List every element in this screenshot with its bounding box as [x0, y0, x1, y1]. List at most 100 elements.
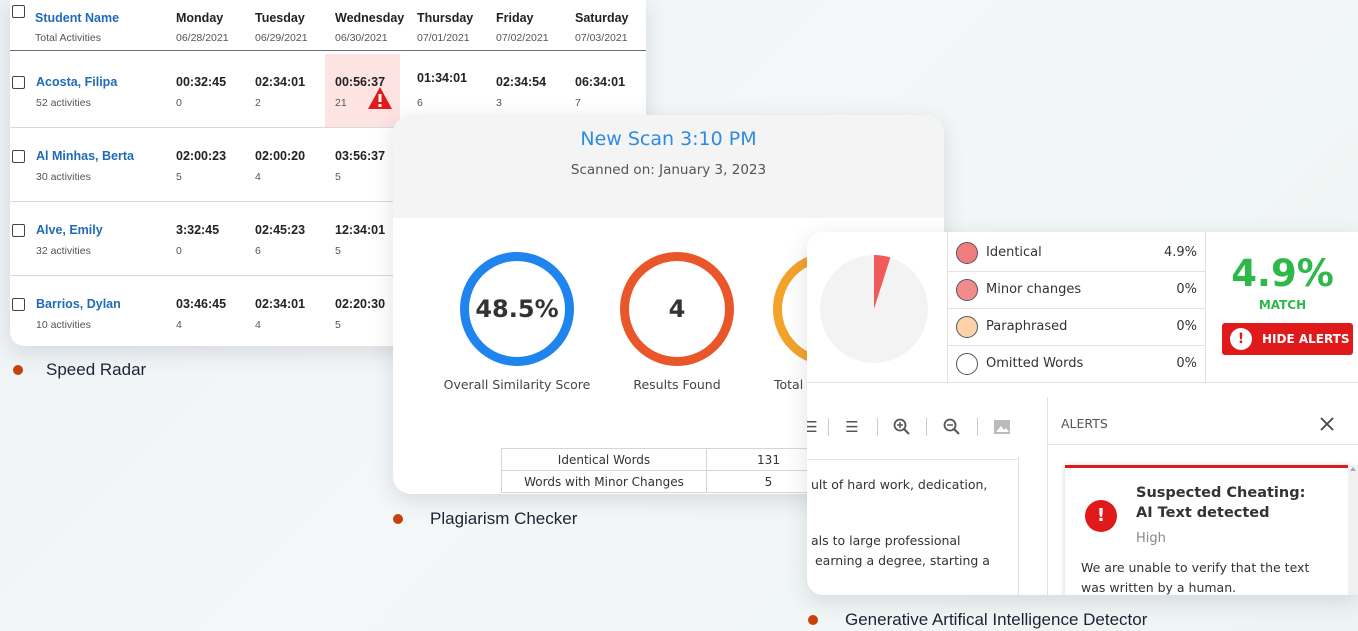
count-value: 2	[255, 97, 261, 109]
column-header-day: Monday	[176, 11, 224, 25]
similarity-score-value: 48.5%	[475, 295, 559, 323]
zoom-out-icon[interactable]	[942, 417, 962, 437]
count-value: 5	[335, 319, 341, 331]
legend-row-identical: Identical 4.9%	[947, 235, 1205, 272]
legend-row-omitted-words: Omitted Words 0%	[947, 346, 1205, 383]
alerts-scrollbar[interactable]	[1348, 465, 1358, 595]
legend-dot	[956, 316, 978, 338]
row-checkbox[interactable]	[12, 298, 25, 311]
column-header-day: Tuesday	[255, 11, 305, 25]
count-value: 4	[255, 319, 261, 331]
column-header-day: Friday	[496, 11, 534, 25]
alerts-heading: ALERTS	[1061, 416, 1108, 431]
alert-severity: High	[1136, 531, 1166, 546]
stat-label: Identical Words	[501, 448, 707, 471]
column-header-date: 07/01/2021	[417, 32, 470, 44]
align-justify-icon[interactable]: ☰	[807, 417, 821, 437]
student-name-link[interactable]: Al Minhas, Berta	[36, 149, 134, 163]
select-all-checkbox[interactable]	[12, 5, 25, 18]
count-value: 4	[255, 171, 261, 183]
results-found-label: Results Found	[633, 377, 721, 392]
image-icon[interactable]	[992, 417, 1012, 437]
match-percentage: 4.9%	[1231, 252, 1334, 295]
hide-alerts-label: HIDE ALERTS	[1262, 332, 1350, 346]
document-line: earning a degree, starting a	[811, 553, 990, 568]
scan-title: New Scan 3:10 PM	[580, 128, 757, 150]
count-value: 6	[255, 245, 261, 257]
row-checkbox[interactable]	[12, 150, 25, 163]
table-row: Words with Minor Changes 5	[501, 470, 831, 493]
legend-row-minor-changes: Minor changes 0%	[947, 272, 1205, 309]
similarity-score-label: Overall Similarity Score	[443, 377, 591, 392]
results-found-ring[interactable]: 4	[620, 252, 734, 366]
column-header-date: 07/02/2021	[496, 32, 549, 44]
student-name-link[interactable]: Acosta, Filipa	[36, 75, 117, 89]
scan-date: Scanned on: January 3, 2023	[570, 162, 767, 178]
hide-alerts-button[interactable]: ! HIDE ALERTS	[1222, 323, 1353, 355]
time-value: 01:34:01	[417, 71, 468, 85]
count-value: 6	[417, 97, 423, 109]
count-value: 21	[335, 97, 347, 109]
legend-percent: 0%	[1176, 356, 1197, 371]
alert-description: was written by a human.	[1081, 580, 1237, 595]
table-row: Identical Words 131	[501, 448, 831, 471]
legend-label: Paraphrased	[986, 319, 1068, 334]
caption-bullet	[13, 365, 23, 375]
time-value: 02:00:23	[176, 149, 227, 163]
time-value: 12:34:01	[335, 223, 386, 237]
row-checkbox[interactable]	[12, 224, 25, 237]
legend-percent: 0%	[1176, 282, 1197, 297]
column-header-day: Saturday	[575, 11, 629, 25]
legend-label: Identical	[986, 245, 1042, 260]
count-value: 5	[335, 171, 341, 183]
document-line: als to large professional	[811, 533, 961, 548]
legend-percent: 4.9%	[1163, 245, 1197, 260]
scan-header: New Scan 3:10 PM Scanned on: January 3, …	[393, 115, 944, 218]
column-subheader-total-activities: Total Activities	[35, 32, 101, 44]
legend-row-paraphrased: Paraphrased 0%	[947, 309, 1205, 346]
activity-count: 10 activities	[36, 319, 91, 331]
match-pie-chart	[820, 255, 928, 363]
alert-circle-icon: !	[1085, 500, 1117, 532]
alert-title: AI Text detected	[1136, 505, 1270, 521]
caption-bullet	[808, 615, 818, 625]
count-value: 7	[575, 97, 581, 109]
alert-title: Suspected Cheating:	[1136, 485, 1306, 501]
time-value: 02:34:01	[255, 75, 306, 89]
zoom-in-icon[interactable]	[892, 417, 912, 437]
alert-card[interactable]: ! Suspected Cheating: AI Text detected H…	[1065, 465, 1353, 595]
similarity-score-ring: 48.5%	[460, 252, 574, 366]
count-value: 5	[176, 171, 182, 183]
legend-dot	[956, 353, 978, 375]
column-header-date: 07/03/2021	[575, 32, 628, 44]
time-value: 02:34:01	[255, 297, 306, 311]
document-preview: ult of hard work, dedication, als to lar…	[807, 459, 1018, 595]
activity-count: 32 activities	[36, 245, 91, 257]
column-header-student-name[interactable]: Student Name	[35, 11, 119, 25]
legend-label: Minor changes	[986, 282, 1082, 297]
legend-dot	[956, 279, 978, 301]
alert-circle-icon: !	[1230, 328, 1252, 350]
column-header-day: Thursday	[417, 11, 474, 25]
time-value: 03:46:45	[176, 297, 227, 311]
caption-ai-detector: Generative Artifical Intelligence Detect…	[845, 610, 1148, 629]
ai-detector-panel: Identical 4.9% Minor changes 0% Paraphra…	[807, 232, 1358, 595]
document-line: ult of hard work, dedication,	[811, 477, 988, 492]
count-value: 5	[335, 245, 341, 257]
time-value: 02:34:54	[496, 75, 547, 89]
align-right-icon[interactable]: ☰	[842, 417, 862, 437]
match-label: MATCH	[1258, 298, 1307, 312]
warning-triangle-icon[interactable]	[367, 86, 393, 110]
time-value: 03:56:37	[335, 149, 386, 163]
row-checkbox[interactable]	[12, 76, 25, 89]
time-value: 02:45:23	[255, 223, 306, 237]
caption-bullet	[393, 514, 403, 524]
time-value: 02:00:20	[255, 149, 306, 163]
word-stats-table: Identical Words 131 Words with Minor Cha…	[501, 448, 831, 493]
legend-dot	[956, 242, 978, 264]
count-value: 0	[176, 245, 182, 257]
student-name-link[interactable]: Barrios, Dylan	[36, 297, 121, 311]
close-icon[interactable]	[1319, 416, 1335, 432]
caption-plagiarism-checker: Plagiarism Checker	[430, 509, 578, 528]
student-name-link[interactable]: Alve, Emily	[36, 223, 103, 237]
